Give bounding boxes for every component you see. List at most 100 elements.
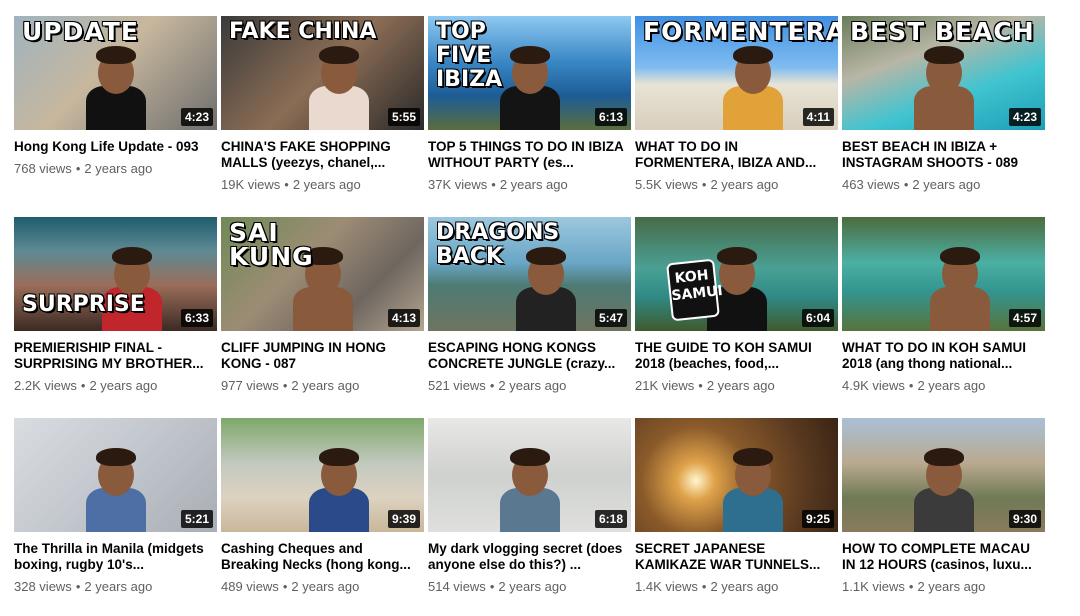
video-thumbnail[interactable]: 5:21 [14,418,217,532]
duration-badge: 5:55 [387,108,420,126]
video-title[interactable]: CHINA'S FAKE SHOPPING MALLS (yeezys, cha… [221,139,424,171]
video-thumbnail[interactable]: UPDATE 4:23 [14,16,217,130]
video-card[interactable]: BEST BEACH 4:23 BEST BEACH IN IBIZA + INST… [842,16,1045,214]
view-count: 768 views [14,161,72,176]
video-card[interactable]: KOH SAMUI 6:04 THE GUIDE TO KOH SAMUI 2018… [635,217,838,415]
video-card[interactable]: 6:18 My dark vlogging secret (does anyone… [428,418,631,616]
meta-separator: • [489,579,495,594]
video-thumbnail[interactable]: TOP FIVE IBIZA 6:13 [428,16,631,130]
meta-separator: • [701,177,707,192]
video-thumbnail[interactable]: FAKE CHINA 5:55 [221,16,424,130]
video-title[interactable]: Cashing Cheques and Breaking Necks (hong… [221,541,424,573]
thumbnail-overlay-text: BEST BEACH [850,17,1035,46]
upload-age: 2 years ago [498,579,567,594]
video-thumbnail[interactable]: 9:25 [635,418,838,532]
video-title[interactable]: THE GUIDE TO KOH SAMUI 2018 (beaches, fo… [635,340,838,372]
view-count: 977 views [221,378,279,393]
upload-age: 2 years ago [291,579,360,594]
thumbnail-person [490,442,570,532]
meta-separator: • [491,177,496,192]
upload-age: 2 years ago [710,579,779,594]
video-title[interactable]: My dark vlogging secret (does anyone els… [428,541,631,573]
view-count: 489 views [221,579,279,594]
meta-separator: • [908,378,914,393]
video-thumbnail[interactable]: 9:39 [221,418,424,532]
video-metadata: 489 views • 2 years ago [221,579,424,595]
video-card[interactable]: SAI KUNG 4:13 CLIFF JUMPING IN HONG KONG -… [221,217,424,415]
video-thumbnail[interactable]: FORMENTERA 4:11 [635,16,838,130]
video-thumbnail[interactable]: SAI KUNG 4:13 [221,217,424,331]
view-count: 521 views [428,378,486,393]
upload-age: 2 years ago [89,378,158,393]
video-card[interactable]: 4:57 WHAT TO DO IN KOH SAMUI 2018 (ang th… [842,217,1045,415]
video-title[interactable]: WHAT TO DO IN KOH SAMUI 2018 (ang thong … [842,340,1045,372]
duration-badge: 5:21 [180,510,213,528]
duration-badge: 9:25 [801,510,834,528]
video-card[interactable]: 9:39 Cashing Cheques and Breaking Necks (… [221,418,424,616]
duration-badge: 5:47 [594,309,627,327]
video-title[interactable]: WHAT TO DO IN FORMENTERA, IBIZA AND... [635,139,838,171]
thumbnail-overlay-text: FAKE CHINA [229,19,377,44]
video-thumbnail[interactable]: SURPRISE 6:33 [14,217,217,331]
video-card[interactable]: UPDATE 4:23 Hong Kong Life Update - 093 768… [14,16,217,214]
video-thumbnail[interactable]: 6:18 [428,418,631,532]
video-title[interactable]: CLIFF JUMPING IN HONG KONG - 087 [221,340,424,372]
video-metadata: 21K views • 2 years ago [635,378,838,394]
upload-age: 2 years ago [498,378,567,393]
video-metadata: 463 views • 2 years ago [842,177,1045,193]
duration-badge: 9:30 [1008,510,1041,528]
video-title[interactable]: The Thrilla in Manila (midgets boxing, r… [14,541,217,573]
duration-badge: 6:18 [594,510,627,528]
video-card[interactable]: TOP FIVE IBIZA 6:13 TOP 5 THINGS TO DO IN … [428,16,631,214]
video-title[interactable]: Hong Kong Life Update - 093 [14,139,217,155]
thumbnail-person [713,442,793,532]
meta-separator: • [903,177,909,192]
view-count: 37K views [428,177,488,192]
video-card[interactable]: SURPRISE 6:33 PREMIERISHIP FINAL - SURPRIS… [14,217,217,415]
video-title[interactable]: HOW TO COMPLETE MACAU IN 12 HOURS (casin… [842,541,1045,573]
meta-separator: • [284,177,289,192]
video-title[interactable]: BEST BEACH IN IBIZA + INSTAGRAM SHOOTS -… [842,139,1045,171]
video-thumbnail[interactable]: BEST BEACH 4:23 [842,16,1045,130]
thumbnail-overlay-text: TOP FIVE IBIZA [436,19,503,92]
meta-separator: • [282,378,288,393]
duration-badge: 6:04 [801,309,834,327]
video-thumbnail[interactable]: KOH SAMUI 6:04 [635,217,838,331]
video-metadata: 37K views • 2 years ago [428,177,631,193]
video-thumbnail[interactable]: 9:30 [842,418,1045,532]
view-count: 1.1K views [842,579,905,594]
view-count: 19K views [221,177,281,192]
video-card[interactable]: 9:30 HOW TO COMPLETE MACAU IN 12 HOURS (c… [842,418,1045,616]
video-card[interactable]: DRAGONS BACK 5:47 ESCAPING HONG KONGS CONC… [428,217,631,415]
view-count: 5.5K views [635,177,698,192]
thumbnail-overlay-text: UPDATE [22,17,139,46]
duration-badge: 4:57 [1008,309,1041,327]
video-thumbnail[interactable]: 4:57 [842,217,1045,331]
video-title[interactable]: ESCAPING HONG KONGS CONCRETE JUNGLE (cra… [428,340,631,372]
video-metadata: 2.2K views • 2 years ago [14,378,217,394]
view-count: 21K views [635,378,695,393]
meta-separator: • [80,378,86,393]
thumbnail-person [299,442,379,532]
video-card[interactable]: FORMENTERA 4:11 WHAT TO DO IN FORMENTERA, … [635,16,838,214]
duration-badge: 6:13 [594,108,627,126]
thumbnail-overlay-text: SURPRISE [22,292,145,317]
video-card[interactable]: 5:21 The Thrilla in Manila (midgets boxin… [14,418,217,616]
duration-badge: 4:11 [802,108,834,126]
meta-separator: • [489,378,495,393]
video-metadata: 977 views • 2 years ago [221,378,424,394]
view-count: 463 views [842,177,900,192]
video-title[interactable]: PREMIERISHIP FINAL - SURPRISING MY BROTH… [14,340,217,372]
video-metadata: 4.9K views • 2 years ago [842,378,1045,394]
thumbnail-sign: KOH SAMUI [666,258,724,322]
upload-age: 2 years ago [912,177,981,192]
view-count: 4.9K views [842,378,905,393]
meta-separator: • [908,579,914,594]
video-title[interactable]: SECRET JAPANESE KAMIKAZE WAR TUNNELS... [635,541,838,573]
video-card[interactable]: 9:25 SECRET JAPANESE KAMIKAZE WAR TUNNELS… [635,418,838,616]
video-metadata: 514 views • 2 years ago [428,579,631,595]
video-thumbnail[interactable]: DRAGONS BACK 5:47 [428,217,631,331]
video-title[interactable]: TOP 5 THINGS TO DO IN IBIZA WITHOUT PART… [428,139,631,171]
video-metadata: 1.1K views • 2 years ago [842,579,1045,595]
video-card[interactable]: FAKE CHINA 5:55 CHINA'S FAKE SHOPPING MALL… [221,16,424,214]
